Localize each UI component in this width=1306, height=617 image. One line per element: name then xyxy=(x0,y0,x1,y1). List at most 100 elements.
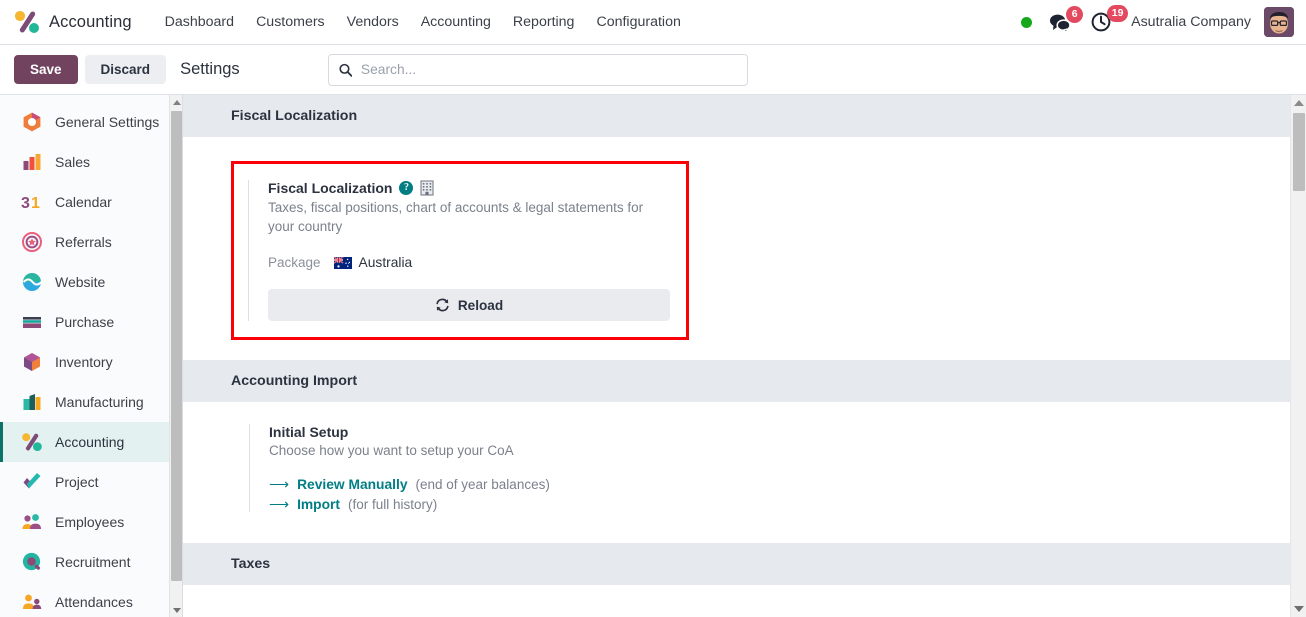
package-country-name: Australia xyxy=(358,255,413,271)
reload-button[interactable]: Reload xyxy=(268,289,670,322)
sidebar-item-referrals[interactable]: Referrals xyxy=(0,222,182,262)
page-body: General Settings Sales 3 1 Calendar Refe… xyxy=(0,95,1306,617)
link-row-review-manually: ⟶ Review Manually (end of year balances) xyxy=(269,477,1290,492)
menu-item-customers[interactable]: Customers xyxy=(245,8,336,36)
sidebar-scroll-down-arrow[interactable] xyxy=(170,603,182,617)
sidebar-item-inventory[interactable]: Inventory xyxy=(0,342,182,382)
inventory-icon xyxy=(21,351,43,373)
reload-button-label: Reload xyxy=(457,297,504,313)
sidebar-label: Calendar xyxy=(55,194,112,210)
messages-button[interactable]: 6 xyxy=(1049,5,1084,32)
svg-text:3: 3 xyxy=(21,195,30,212)
sidebar-label: Attendances xyxy=(55,594,133,610)
sidebar-label: Recruitment xyxy=(55,554,131,570)
employees-icon xyxy=(21,511,43,533)
section-header-fiscal-localization: Fiscal Localization xyxy=(183,95,1290,137)
sidebar-item-purchase[interactable]: Purchase xyxy=(0,302,182,342)
refresh-icon xyxy=(436,298,449,312)
arrow-right-icon: ⟶ xyxy=(269,476,290,493)
sidebar-item-sales[interactable]: Sales xyxy=(0,142,182,182)
attendances-icon xyxy=(21,591,43,613)
search-box[interactable] xyxy=(327,53,748,86)
section-fiscal-localization: Fiscal Localization Fiscal Localization … xyxy=(183,95,1290,361)
link-row-import: ⟶ Import (for full history) xyxy=(269,497,1290,512)
section-header-accounting-import: Accounting Import xyxy=(183,360,1290,403)
section-accounting-import: Accounting Import Initial Setup Choose h… xyxy=(183,360,1290,544)
app-brand[interactable]: Accounting xyxy=(14,9,132,35)
content-scroll-down-arrow[interactable] xyxy=(1291,601,1306,617)
activities-button[interactable]: 19 xyxy=(1091,5,1129,32)
user-avatar[interactable] xyxy=(1264,7,1294,37)
sales-icon xyxy=(21,151,43,173)
app-name: Accounting xyxy=(49,12,132,31)
breadcrumb: Settings xyxy=(180,60,240,78)
activities-count-badge: 19 xyxy=(1107,5,1129,22)
sidebar-label: Manufacturing xyxy=(55,394,144,410)
section-body-taxes xyxy=(183,585,1290,617)
save-button[interactable]: Save xyxy=(14,55,78,84)
odoo-accounting-settings-page: Accounting Dashboard Customers Vendors A… xyxy=(0,0,1306,617)
help-question-icon[interactable]: ? xyxy=(399,181,414,195)
package-label: Package xyxy=(268,255,321,271)
menu-item-accounting[interactable]: Accounting xyxy=(410,8,502,36)
sidebar-item-general-settings[interactable]: General Settings xyxy=(0,102,182,142)
sidebar-label: Website xyxy=(55,274,106,290)
top-navbar: Accounting Dashboard Customers Vendors A… xyxy=(0,0,1306,45)
discard-button[interactable]: Discard xyxy=(84,55,167,84)
sidebar-item-accounting[interactable]: Accounting xyxy=(0,422,182,462)
sidebar-item-employees[interactable]: Employees xyxy=(0,502,182,542)
online-status-dot[interactable] xyxy=(1021,16,1033,28)
review-manually-link[interactable]: Review Manually xyxy=(297,477,407,492)
sidebar-scroll-thumb[interactable] xyxy=(171,111,182,581)
recruitment-icon xyxy=(21,551,43,573)
highlight-box: Fiscal Localization ? Taxes, fiscal posi… xyxy=(231,161,689,341)
section-body-fiscal-localization: Fiscal Localization ? Taxes, fiscal posi… xyxy=(183,137,1290,361)
content-scrollbar[interactable] xyxy=(1290,95,1306,617)
navbar-right-tools: 6 19 Asutralia Company xyxy=(1021,5,1296,37)
section-header-taxes: Taxes xyxy=(183,543,1290,586)
section-taxes: Taxes xyxy=(183,543,1290,617)
menu-item-vendors[interactable]: Vendors xyxy=(336,8,410,36)
referrals-icon xyxy=(21,231,43,253)
sidebar-label: Inventory xyxy=(55,354,113,370)
project-icon xyxy=(21,471,43,493)
sidebar-label: Referrals xyxy=(55,234,112,250)
import-note: (for full history) xyxy=(348,497,438,513)
sidebar-item-attendances[interactable]: Attendances xyxy=(0,582,182,617)
setting-description: Choose how you want to setup your CoA xyxy=(269,443,514,459)
setting-title: Fiscal Localization xyxy=(268,180,393,196)
settings-sidebar: General Settings Sales 3 1 Calendar Refe… xyxy=(0,95,183,617)
initial-setup-setting: Initial Setup Choose how you want to set… xyxy=(249,424,1290,513)
menu-item-reporting[interactable]: Reporting xyxy=(502,8,586,36)
sidebar-scrollbar[interactable] xyxy=(169,95,182,617)
setting-description: Taxes, fiscal positions, chart of accoun… xyxy=(268,200,644,235)
content-scroll-up-arrow[interactable] xyxy=(1291,95,1306,111)
company-building-icon[interactable] xyxy=(420,180,434,196)
package-row: Package Australia xyxy=(268,255,668,270)
company-switcher[interactable]: Asutralia Company xyxy=(1131,14,1251,30)
manufacturing-icon xyxy=(21,391,43,413)
main-menu: Dashboard Customers Vendors Accounting R… xyxy=(154,8,692,36)
search-icon xyxy=(339,63,352,77)
sidebar-label: General Settings xyxy=(55,114,160,130)
menu-item-configuration[interactable]: Configuration xyxy=(585,8,691,36)
import-link[interactable]: Import xyxy=(297,497,340,512)
sidebar-label: Employees xyxy=(55,514,125,530)
settings-content: Fiscal Localization Fiscal Localization … xyxy=(183,95,1306,617)
content-scroll-thumb[interactable] xyxy=(1293,113,1305,191)
section-body-accounting-import: Initial Setup Choose how you want to set… xyxy=(183,402,1290,544)
sidebar-item-recruitment[interactable]: Recruitment xyxy=(0,542,182,582)
fiscal-localization-setting: Fiscal Localization ? Taxes, fiscal posi… xyxy=(248,180,670,322)
menu-item-dashboard[interactable]: Dashboard xyxy=(154,8,245,36)
package-value[interactable]: Australia xyxy=(333,255,413,271)
sidebar-item-calendar[interactable]: 3 1 Calendar xyxy=(0,182,182,222)
sidebar-item-list: General Settings Sales 3 1 Calendar Refe… xyxy=(0,95,182,617)
sidebar-item-manufacturing[interactable]: Manufacturing xyxy=(0,382,182,422)
search-input[interactable] xyxy=(360,62,737,77)
sidebar-item-website[interactable]: Website xyxy=(0,262,182,302)
sidebar-scroll-up-arrow[interactable] xyxy=(170,95,182,109)
setting-title: Initial Setup xyxy=(269,424,349,441)
accounting-app-icon xyxy=(14,9,40,35)
sidebar-item-project[interactable]: Project xyxy=(0,462,182,502)
general-settings-icon xyxy=(21,111,43,133)
